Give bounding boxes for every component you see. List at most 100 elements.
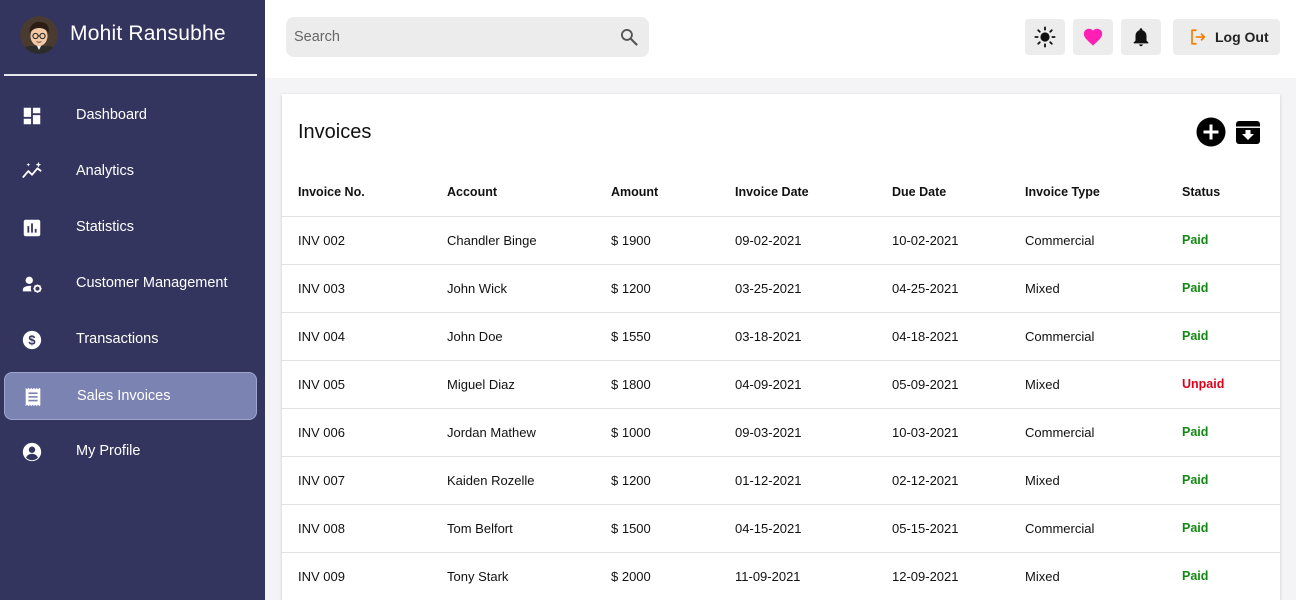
invoice-type: Commercial bbox=[1025, 504, 1182, 553]
sidebar-nav: Dashboard Analytics Statistics Customer … bbox=[4, 92, 257, 484]
search-input[interactable] bbox=[294, 17, 604, 57]
amount: $ 1200 bbox=[611, 264, 735, 313]
invoice-date: 04-15-2021 bbox=[735, 504, 892, 553]
status-badge: Paid bbox=[1182, 552, 1280, 600]
column-header[interactable]: Invoice No. bbox=[282, 168, 447, 217]
invoices-card: Invoices Invoice No. Account Amount Invo… bbox=[282, 94, 1280, 600]
invoice-date: 03-18-2021 bbox=[735, 312, 892, 361]
account: Chandler Binge bbox=[447, 216, 611, 265]
invoice-date: 04-09-2021 bbox=[735, 360, 892, 409]
invoice-date: 09-03-2021 bbox=[735, 408, 892, 457]
table-row[interactable]: INV 003 John Wick $ 1200 03-25-2021 04-2… bbox=[282, 264, 1280, 313]
invoice-type: Commercial bbox=[1025, 216, 1182, 265]
table-row[interactable]: INV 006 Jordan Mathew $ 1000 09-03-2021 … bbox=[282, 408, 1280, 457]
invoice-no: INV 003 bbox=[282, 264, 447, 313]
table-row[interactable]: INV 004 John Doe $ 1550 03-18-2021 04-18… bbox=[282, 312, 1280, 361]
sidebar-item-label: Statistics bbox=[76, 219, 135, 235]
account: John Doe bbox=[447, 312, 611, 361]
invoice-type: Mixed bbox=[1025, 552, 1182, 600]
svg-text:$: $ bbox=[28, 333, 35, 348]
sidebar-item-label: My Profile bbox=[76, 443, 141, 459]
account: Tom Belfort bbox=[447, 504, 611, 553]
table-row[interactable]: INV 008 Tom Belfort $ 1500 04-15-2021 05… bbox=[282, 504, 1280, 553]
amount: $ 1550 bbox=[611, 312, 735, 361]
due-date: 12-09-2021 bbox=[892, 552, 1025, 600]
heart-icon bbox=[1083, 28, 1103, 46]
status-badge: Paid bbox=[1182, 456, 1280, 505]
sun-icon bbox=[1034, 26, 1056, 48]
amount: $ 1800 bbox=[611, 360, 735, 409]
sidebar-item-label: Dashboard bbox=[76, 107, 147, 123]
sidebar-item-my-profile[interactable]: My Profile bbox=[4, 428, 257, 476]
status-badge: Paid bbox=[1182, 408, 1280, 457]
invoices-table: Invoice No. Account Amount Invoice Date … bbox=[282, 168, 1280, 600]
archive-download-button[interactable] bbox=[1235, 119, 1261, 145]
due-date: 02-12-2021 bbox=[892, 456, 1025, 505]
status-badge: Paid bbox=[1182, 216, 1280, 265]
amount: $ 1500 bbox=[611, 504, 735, 553]
invoice-no: INV 007 bbox=[282, 456, 447, 505]
receipt-icon bbox=[25, 387, 41, 407]
invoice-type: Commercial bbox=[1025, 408, 1182, 457]
due-date: 10-02-2021 bbox=[892, 216, 1025, 265]
logout-button[interactable]: Log Out bbox=[1173, 19, 1280, 55]
add-invoice-button[interactable] bbox=[1196, 117, 1226, 147]
sidebar-item-dashboard[interactable]: Dashboard bbox=[4, 92, 257, 140]
sidebar-item-sales-invoices[interactable]: Sales Invoices bbox=[4, 372, 257, 420]
avatar-icon bbox=[20, 16, 58, 54]
invoice-type: Mixed bbox=[1025, 264, 1182, 313]
sidebar-item-analytics[interactable]: Analytics bbox=[4, 148, 257, 196]
due-date: 10-03-2021 bbox=[892, 408, 1025, 457]
invoice-date: 11-09-2021 bbox=[735, 552, 892, 600]
invoice-date: 01-12-2021 bbox=[735, 456, 892, 505]
user-name: Mohit Ransubhe bbox=[70, 22, 226, 45]
search-box bbox=[286, 17, 649, 57]
sidebar-item-transactions[interactable]: $ Transactions bbox=[4, 316, 257, 364]
table-row[interactable]: INV 002 Chandler Binge $ 1900 09-02-2021… bbox=[282, 216, 1280, 265]
invoice-type: Mixed bbox=[1025, 360, 1182, 409]
status-badge: Paid bbox=[1182, 504, 1280, 553]
sidebar: Mohit Ransubhe Dashboard Analytics Stati… bbox=[0, 0, 265, 600]
table-row[interactable]: INV 009 Tony Stark $ 2000 11-09-2021 12-… bbox=[282, 552, 1280, 600]
sidebar-item-statistics[interactable]: Statistics bbox=[4, 204, 257, 252]
sidebar-item-label: Analytics bbox=[76, 163, 135, 179]
amount: $ 2000 bbox=[611, 552, 735, 600]
logout-icon bbox=[1191, 29, 1206, 45]
bell-icon bbox=[1133, 28, 1149, 47]
due-date: 05-09-2021 bbox=[892, 360, 1025, 409]
theme-toggle-button[interactable] bbox=[1025, 19, 1065, 55]
customer-management-icon bbox=[22, 276, 42, 293]
due-date: 04-18-2021 bbox=[892, 312, 1025, 361]
top-bar: Log Out bbox=[265, 0, 1296, 78]
avatar[interactable] bbox=[20, 16, 58, 54]
sidebar-item-customer-management[interactable]: Customer Management bbox=[4, 260, 257, 308]
notifications-button[interactable] bbox=[1121, 19, 1161, 55]
sidebar-item-label: Transactions bbox=[76, 331, 159, 347]
invoice-no: INV 002 bbox=[282, 216, 447, 265]
invoice-no: INV 008 bbox=[282, 504, 447, 553]
column-header[interactable]: Invoice Date bbox=[735, 168, 892, 217]
favorites-button[interactable] bbox=[1073, 19, 1113, 55]
statistics-icon bbox=[23, 219, 41, 237]
table-row[interactable]: INV 005 Miguel Diaz $ 1800 04-09-2021 05… bbox=[282, 360, 1280, 409]
invoice-type: Commercial bbox=[1025, 312, 1182, 361]
invoice-no: INV 004 bbox=[282, 312, 447, 361]
account: Jordan Mathew bbox=[447, 408, 611, 457]
account-circle-icon bbox=[22, 442, 42, 462]
invoice-date: 03-25-2021 bbox=[735, 264, 892, 313]
sidebar-item-label: Sales Invoices bbox=[77, 388, 171, 404]
due-date: 04-25-2021 bbox=[892, 264, 1025, 313]
column-header[interactable]: Due Date bbox=[892, 168, 1025, 217]
column-header[interactable]: Invoice Type bbox=[1025, 168, 1182, 217]
search-icon[interactable] bbox=[619, 27, 639, 47]
invoice-no: INV 006 bbox=[282, 408, 447, 457]
column-header[interactable]: Status bbox=[1182, 168, 1280, 217]
invoice-no: INV 009 bbox=[282, 552, 447, 600]
column-header[interactable]: Amount bbox=[611, 168, 735, 217]
invoice-date: 09-02-2021 bbox=[735, 216, 892, 265]
account: Miguel Diaz bbox=[447, 360, 611, 409]
table-row[interactable]: INV 007 Kaiden Rozelle $ 1200 01-12-2021… bbox=[282, 456, 1280, 505]
column-header[interactable]: Account bbox=[447, 168, 611, 217]
profile-header: Mohit Ransubhe bbox=[4, 0, 257, 76]
amount: $ 1900 bbox=[611, 216, 735, 265]
